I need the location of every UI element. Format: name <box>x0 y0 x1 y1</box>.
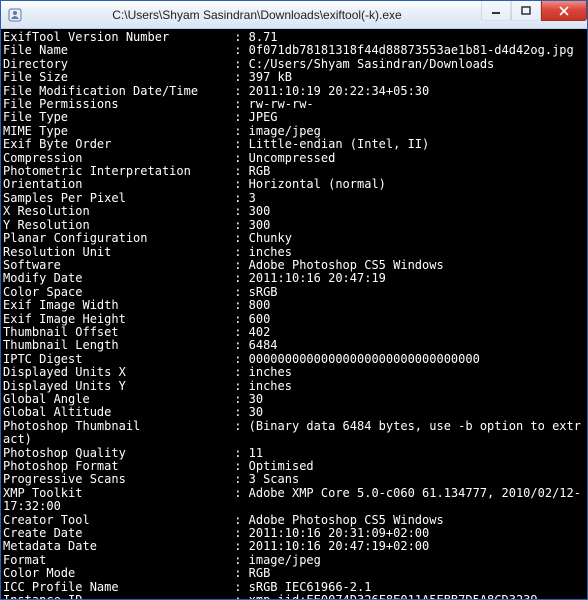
console-line: Global Altitude : 30 <box>3 406 583 419</box>
console-line: ExifTool Version Number : 8.71 <box>3 31 583 44</box>
console-line: X Resolution : 300 <box>3 205 583 218</box>
console-line: Displayed Units X : inches <box>3 366 583 379</box>
titlebar[interactable]: C:\Users\Shyam Sasindran\Downloads\exift… <box>1 1 587 29</box>
console-line: File Name : 0f071db78181318f44d88873553a… <box>3 44 583 57</box>
console-line: Photometric Interpretation : RGB <box>3 165 583 178</box>
console-line: Photoshop Thumbnail : (Binary data 6484 … <box>3 420 583 447</box>
console-line: File Modification Date/Time : 2011:10:19… <box>3 85 583 98</box>
minimize-button[interactable] <box>481 1 511 21</box>
console-line: Color Space : sRGB <box>3 286 583 299</box>
console-line: File Permissions : rw-rw-rw- <box>3 98 583 111</box>
app-icon <box>7 7 23 23</box>
close-icon <box>558 6 570 16</box>
window-controls <box>481 1 587 21</box>
console-line: ICC Profile Name : sRGB IEC61966-2.1 <box>3 581 583 594</box>
console-line: Resolution Unit : inches <box>3 246 583 259</box>
console-line: IPTC Digest : 00000000000000000000000000… <box>3 353 583 366</box>
console-line: Creator Tool : Adobe Photoshop CS5 Windo… <box>3 514 583 527</box>
console-line: File Size : 397 kB <box>3 71 583 84</box>
console-line: Thumbnail Offset : 402 <box>3 326 583 339</box>
console-line: Global Angle : 30 <box>3 393 583 406</box>
console-line: Metadata Date : 2011:10:16 20:47:19+02:0… <box>3 540 583 553</box>
console-line: Photoshop Format : Optimised <box>3 460 583 473</box>
console-line: Samples Per Pixel : 3 <box>3 192 583 205</box>
minimize-icon <box>491 6 501 16</box>
console-line: Photoshop Quality : 11 <box>3 447 583 460</box>
console-line: Planar Configuration : Chunky <box>3 232 583 245</box>
console-line: Modify Date : 2011:10:16 20:47:19 <box>3 272 583 285</box>
app-window: C:\Users\Shyam Sasindran\Downloads\exift… <box>0 0 588 600</box>
console-line: XMP Toolkit : Adobe XMP Core 5.0-c060 61… <box>3 487 583 514</box>
console-line: Compression : Uncompressed <box>3 152 583 165</box>
console-line: Software : Adobe Photoshop CS5 Windows <box>3 259 583 272</box>
console-line: Instance ID : xmp.iid:EE0074D326F8E011A5… <box>3 594 583 599</box>
maximize-icon <box>521 6 531 16</box>
console-line: Displayed Units Y : inches <box>3 380 583 393</box>
console-line: Thumbnail Length : 6484 <box>3 339 583 352</box>
console-line: Exif Byte Order : Little-endian (Intel, … <box>3 138 583 151</box>
console-output: ExifTool Version Number : 8.71File Name … <box>1 29 587 599</box>
close-button[interactable] <box>541 1 587 21</box>
console-line: Format : image/jpeg <box>3 554 583 567</box>
console-line: Exif Image Height : 600 <box>3 313 583 326</box>
console-line: Y Resolution : 300 <box>3 219 583 232</box>
console-line: File Type : JPEG <box>3 111 583 124</box>
console-line: Progressive Scans : 3 Scans <box>3 473 583 486</box>
console-line: Exif Image Width : 800 <box>3 299 583 312</box>
console-line: Color Mode : RGB <box>3 567 583 580</box>
console-line: Directory : C:/Users/Shyam Sasindran/Dow… <box>3 58 583 71</box>
console-line: Create Date : 2011:10:16 20:31:09+02:00 <box>3 527 583 540</box>
maximize-button[interactable] <box>511 1 541 21</box>
console-line: Orientation : Horizontal (normal) <box>3 178 583 191</box>
console-line: MIME Type : image/jpeg <box>3 125 583 138</box>
